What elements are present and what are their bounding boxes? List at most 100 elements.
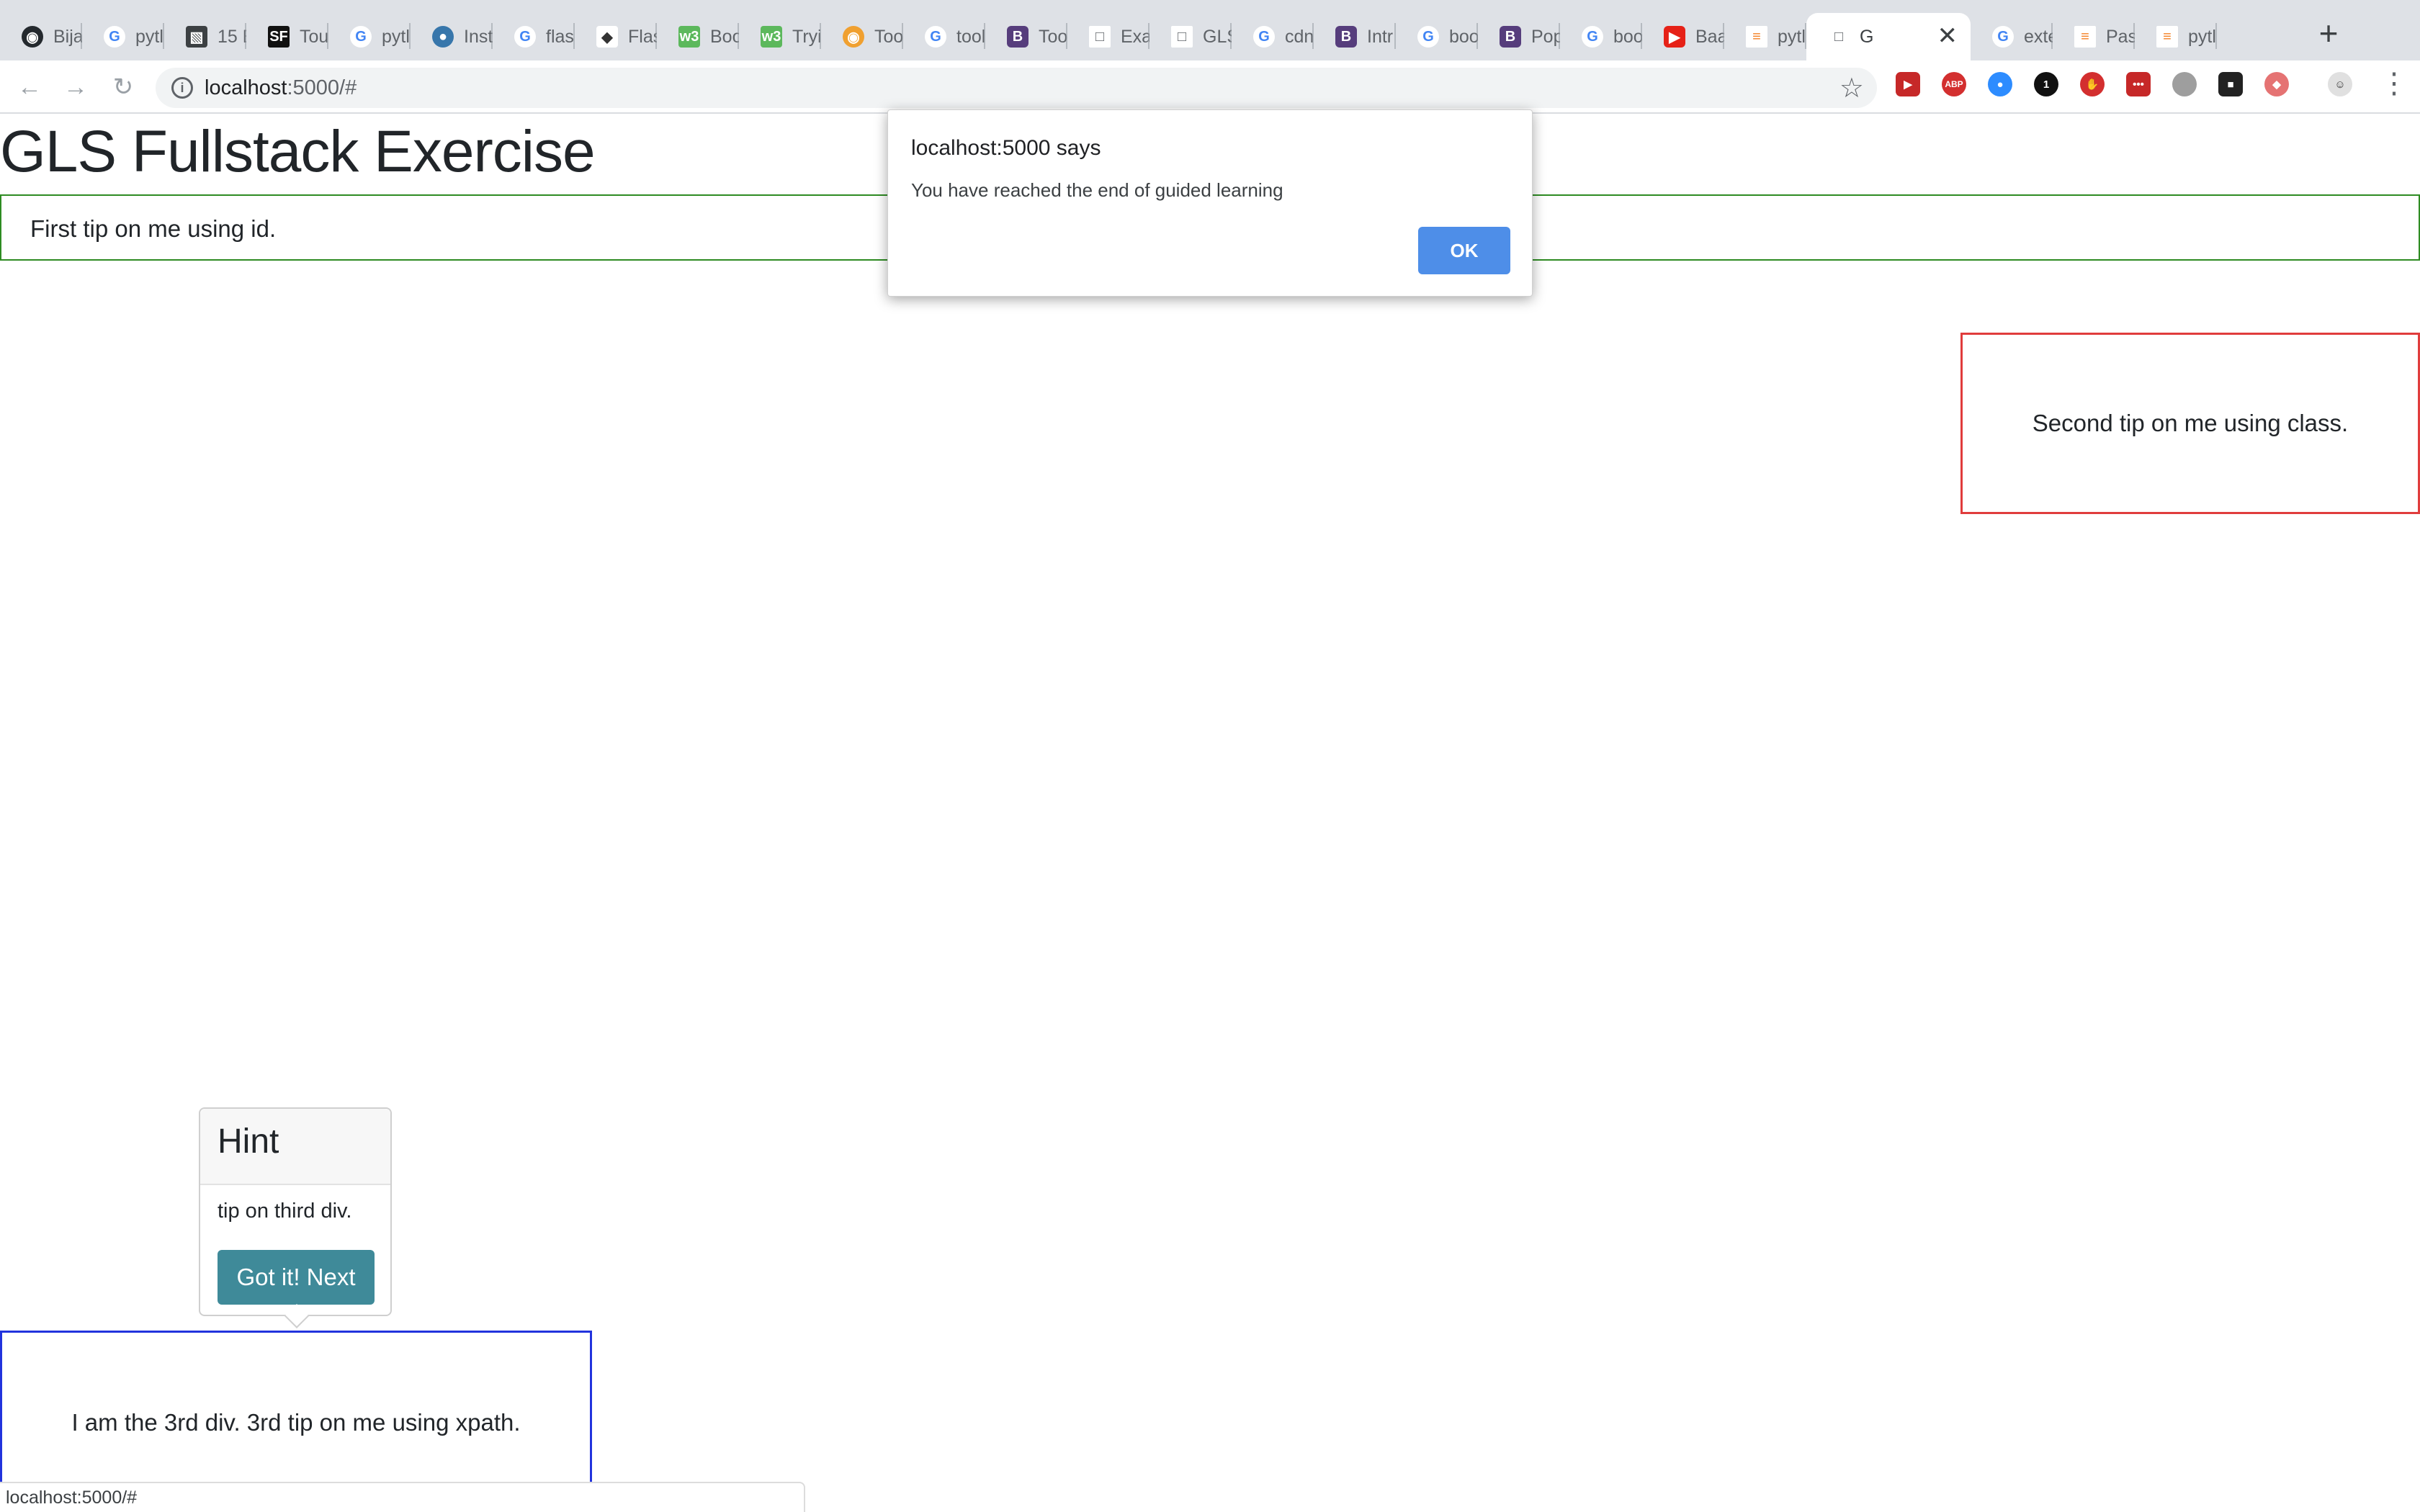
address-url[interactable]: localhost:5000/# <box>205 76 357 100</box>
forward-arrow-icon[interactable]: → <box>58 69 94 105</box>
popover-arrow <box>284 1304 309 1328</box>
alert-message: You have reached the end of guided learn… <box>911 179 1283 201</box>
tab-title: pytl <box>2188 26 2216 47</box>
tab-strip: ◉BijaGpytl▧15 ESFTouGpytl●InstGflas◆Flas… <box>0 0 2420 60</box>
tab-title: pytl <box>1778 26 1806 47</box>
onepassword-icon[interactable]: 1 <box>2034 72 2058 96</box>
tab-title: pytl <box>382 26 410 47</box>
url-host: localhost <box>205 76 287 99</box>
reload-icon[interactable]: ↻ <box>105 69 141 105</box>
site-info-icon[interactable]: i <box>171 77 193 99</box>
browser-tab[interactable]: ≡ Pas <box>2053 13 2135 60</box>
address-bar[interactable]: i localhost:5000/# ☆ <box>156 68 1877 108</box>
back-arrow-icon[interactable]: ← <box>12 69 48 105</box>
circle-extension-icon[interactable] <box>2172 72 2197 96</box>
browser-tab[interactable]: ≡ pytl <box>1724 13 1806 60</box>
browser-tab[interactable]: □ G ✕ <box>1806 13 1971 60</box>
alert-dialog: localhost:5000 says You have reached the… <box>887 109 1533 297</box>
got-it-next-button[interactable]: Got it! Next <box>218 1250 375 1305</box>
close-tab-icon[interactable]: ✕ <box>1937 23 1958 49</box>
google-icon: G <box>104 26 125 48</box>
tab-title: exte <box>2024 26 2053 47</box>
browser-tab[interactable]: ▧ 15 E <box>164 13 246 60</box>
third-tip-text: I am the 3rd div. 3rd tip on me using xp… <box>71 1409 521 1436</box>
sf-icon: SF <box>268 26 290 48</box>
popover-title: Hint <box>200 1109 390 1185</box>
google-icon: G <box>1582 26 1603 48</box>
w3-icon: w3 <box>678 26 700 48</box>
browser-tab[interactable]: Gboo <box>1396 13 1478 60</box>
tab-title: Flas <box>628 26 657 47</box>
incognito-extension-icon[interactable]: ■ <box>2218 72 2243 96</box>
stop-hand-icon[interactable]: ✋ <box>2080 72 2105 96</box>
document-icon: □ <box>1828 26 1850 48</box>
browser-tab[interactable]: □ Exa <box>1067 13 1150 60</box>
browser-tab[interactable]: Gcdn <box>1232 13 1314 60</box>
browser-tab[interactable]: Gpytl <box>82 13 164 60</box>
page-content: GLS Fullstack Exercise First tip on me u… <box>0 114 2420 1512</box>
alert-ok-button[interactable]: OK <box>1418 227 1510 274</box>
google-icon: G <box>925 26 946 48</box>
browser-tab[interactable]: B Too <box>985 13 1067 60</box>
status-url: localhost:5000/# <box>6 1488 138 1508</box>
browser-tab[interactable]: ◉ Too <box>821 13 903 60</box>
lastpass-icon[interactable]: ••• <box>2126 72 2151 96</box>
first-tip-text: First tip on me using id. <box>30 215 277 242</box>
browser-tab[interactable]: Gpytl <box>328 13 411 60</box>
bootstrap-icon: B <box>1500 26 1521 48</box>
tab-title: 15 E <box>218 26 246 47</box>
profile-avatar-icon[interactable]: ☺ <box>2328 72 2352 96</box>
card-icon: ▧ <box>186 26 207 48</box>
tab-title: Bija <box>53 26 82 47</box>
tab-title: Too <box>1039 26 1067 47</box>
bootstrap-icon: B <box>1007 26 1028 48</box>
youtube-icon: ▶ <box>1664 26 1685 48</box>
google-icon: G <box>1253 26 1275 48</box>
browser-tab[interactable]: □ GLS <box>1150 13 1232 60</box>
browser-tab[interactable]: w3 Tryi <box>739 13 821 60</box>
google-icon: G <box>1417 26 1439 48</box>
status-bar: localhost:5000/# <box>0 1482 805 1512</box>
stackoverflow-icon: ≡ <box>2074 26 2096 48</box>
stackoverflow-icon: ≡ <box>1746 26 1767 48</box>
browser-tab[interactable]: Gtool <box>903 13 985 60</box>
browser-tab[interactable]: w3 Boo <box>657 13 739 60</box>
google-icon: G <box>350 26 372 48</box>
second-tip-div: Second tip on me using class. <box>1960 333 2420 514</box>
w3-icon: w3 <box>761 26 782 48</box>
browser-tab[interactable]: ● Inst <box>411 13 493 60</box>
python-icon: ● <box>432 26 454 48</box>
extension-video-icon[interactable]: ▶ <box>1896 72 1920 96</box>
google-icon: G <box>1992 26 2014 48</box>
tab-title: Too <box>874 26 903 47</box>
tab-title: pytl <box>135 26 163 47</box>
tab-title: Exa <box>1121 26 1150 47</box>
url-path: :5000/# <box>287 76 357 99</box>
browser-tab[interactable]: Gboo <box>1560 13 1642 60</box>
tab-title: flas <box>546 26 574 47</box>
browser-tab[interactable]: ≡ pytl <box>2135 13 2217 60</box>
tab-title: Baa <box>1695 26 1724 47</box>
tab-title: Inst <box>464 26 493 47</box>
browser-tab[interactable]: ◉ Bija <box>0 13 82 60</box>
tab-separator <box>2215 23 2217 49</box>
zoom-extension-icon[interactable]: ● <box>1988 72 2012 96</box>
shield-extension-icon[interactable]: ◆ <box>2264 72 2289 96</box>
new-tab-plus-icon[interactable]: + <box>2312 17 2345 50</box>
tab-title: G <box>1860 26 1874 47</box>
adblock-icon[interactable]: ABP <box>1942 72 1966 96</box>
browser-tab[interactable]: B Intr <box>1314 13 1396 60</box>
browser-tab[interactable]: SF Tou <box>246 13 328 60</box>
browser-tab[interactable]: Gexte <box>1971 13 2053 60</box>
browser-tab[interactable]: B Pop <box>1478 13 1560 60</box>
tab-title: Pas <box>2106 26 2135 47</box>
browser-tab[interactable]: Gflas <box>493 13 575 60</box>
alert-origin: localhost:5000 says <box>911 136 1101 160</box>
browser-tab[interactable]: ◆ Flas <box>575 13 657 60</box>
tab-title: Tryi <box>792 26 821 47</box>
tab-title: boo <box>1613 26 1642 47</box>
github-icon: ◉ <box>22 26 43 48</box>
browser-tab[interactable]: ▶ Baa <box>1642 13 1724 60</box>
browser-menu-icon[interactable]: ⋮ <box>2380 69 2408 98</box>
bookmark-star-icon[interactable]: ☆ <box>1839 72 1864 104</box>
